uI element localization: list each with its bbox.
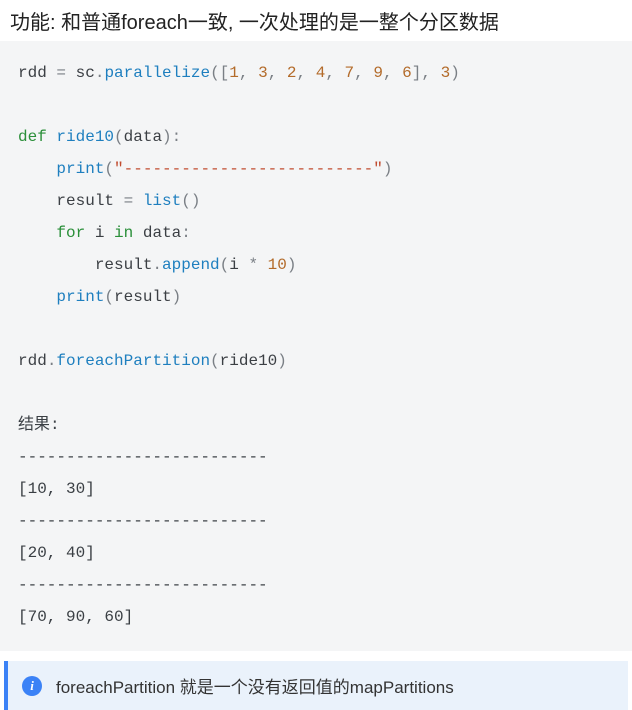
- tok-punc: ,: [297, 64, 316, 82]
- tok-func: print: [56, 160, 104, 178]
- code-block: rdd = sc.parallelize([1, 3, 2, 4, 7, 9, …: [0, 41, 632, 651]
- info-icon: i: [22, 676, 42, 696]
- code-line-3: print("--------------------------"): [18, 160, 392, 178]
- tok-punc: (: [220, 256, 230, 274]
- tok-punc: ): [162, 128, 172, 146]
- tok-punc: :: [172, 128, 182, 146]
- tok-ident: rdd: [18, 352, 47, 370]
- tok-punc: ,: [325, 64, 344, 82]
- tok-indent: [18, 288, 56, 306]
- code-line-sep: --------------------------: [18, 576, 268, 594]
- code-line-result-3: [70, 90, 60]: [18, 608, 133, 626]
- tok-kw: def: [18, 128, 47, 146]
- tok-indent: [18, 192, 56, 210]
- tok-ident: result: [95, 256, 153, 274]
- tok-num: 6: [402, 64, 412, 82]
- code-line-6: result.append(i * 10): [18, 256, 296, 274]
- code-line-result-label: 结果:: [18, 416, 60, 434]
- tok-punc: [: [220, 64, 230, 82]
- tok-num: 7: [345, 64, 355, 82]
- tok-indent: [18, 160, 56, 178]
- code-line-result-2: [20, 40]: [18, 544, 95, 562]
- tok-punc: (: [181, 192, 191, 210]
- tok-punc: (: [114, 128, 124, 146]
- tok-func: ride10: [56, 128, 114, 146]
- code-line-1: rdd = sc.parallelize([1, 3, 2, 4, 7, 9, …: [18, 64, 460, 82]
- code-line-2: def ride10(data):: [18, 128, 181, 146]
- tok-sp: [47, 128, 57, 146]
- code-line-result-1: [10, 30]: [18, 480, 95, 498]
- tok-func: parallelize: [104, 64, 210, 82]
- tok-punc: (: [104, 160, 114, 178]
- info-note-text: foreachPartition 就是一个没有返回值的mapPartitions: [56, 673, 454, 698]
- tok-punc: (: [104, 288, 114, 306]
- tok-punc: ,: [383, 64, 402, 82]
- tok-num: 3: [441, 64, 451, 82]
- tok-func: foreachPartition: [56, 352, 210, 370]
- tok-ident: result: [114, 288, 172, 306]
- tok-punc: ]: [412, 64, 422, 82]
- tok-ident: data: [124, 128, 162, 146]
- tok-ident: rdd: [18, 64, 47, 82]
- tok-num: 4: [316, 64, 326, 82]
- tok-ident: i: [95, 224, 105, 242]
- tok-punc: ): [383, 160, 393, 178]
- tok-punc: .: [47, 352, 57, 370]
- tok-punc: .: [152, 256, 162, 274]
- tok-sp: [133, 224, 143, 242]
- tok-ident: result: [56, 192, 114, 210]
- tok-func: list: [143, 192, 181, 210]
- tok-str: "--------------------------": [114, 160, 383, 178]
- tok-kw: in: [114, 224, 133, 242]
- tok-punc: ,: [239, 64, 258, 82]
- section-heading: 功能: 和普通foreach一致, 一次处理的是一整个分区数据: [0, 0, 632, 41]
- tok-punc: ): [172, 288, 182, 306]
- tok-ident: sc: [76, 64, 95, 82]
- tok-kw: for: [56, 224, 85, 242]
- tok-func: append: [162, 256, 220, 274]
- tok-punc: ,: [354, 64, 373, 82]
- tok-punc: (: [210, 64, 220, 82]
- tok-num: 2: [287, 64, 297, 82]
- code-line-sep: --------------------------: [18, 512, 268, 530]
- tok-op: *: [239, 256, 268, 274]
- tok-num: 9: [373, 64, 383, 82]
- tok-num: 3: [258, 64, 268, 82]
- tok-func: print: [56, 288, 104, 306]
- tok-ident: data: [143, 224, 181, 242]
- code-line-8: rdd.foreachPartition(ride10): [18, 352, 287, 370]
- code-line-7: print(result): [18, 288, 181, 306]
- tok-punc: (: [210, 352, 220, 370]
- tok-indent: [18, 224, 56, 242]
- tok-punc: :: [181, 224, 191, 242]
- tok-sp: [85, 224, 95, 242]
- tok-punc: ,: [421, 64, 440, 82]
- tok-op: =: [47, 64, 76, 82]
- tok-ident: ride10: [220, 352, 278, 370]
- tok-punc: .: [95, 64, 105, 82]
- tok-op: =: [114, 192, 143, 210]
- tok-ident: i: [229, 256, 239, 274]
- tok-sp: [104, 224, 114, 242]
- tok-punc: ,: [268, 64, 287, 82]
- tok-num: 1: [229, 64, 239, 82]
- tok-punc: ): [450, 64, 460, 82]
- code-line-sep: --------------------------: [18, 448, 268, 466]
- tok-punc: ): [277, 352, 287, 370]
- info-note: i foreachPartition 就是一个没有返回值的mapPartitio…: [4, 661, 628, 710]
- code-line-4: result = list(): [18, 192, 200, 210]
- tok-num: 10: [268, 256, 287, 274]
- tok-punc: ): [287, 256, 297, 274]
- tok-punc: ): [191, 192, 201, 210]
- tok-indent: [18, 256, 95, 274]
- code-line-5: for i in data:: [18, 224, 191, 242]
